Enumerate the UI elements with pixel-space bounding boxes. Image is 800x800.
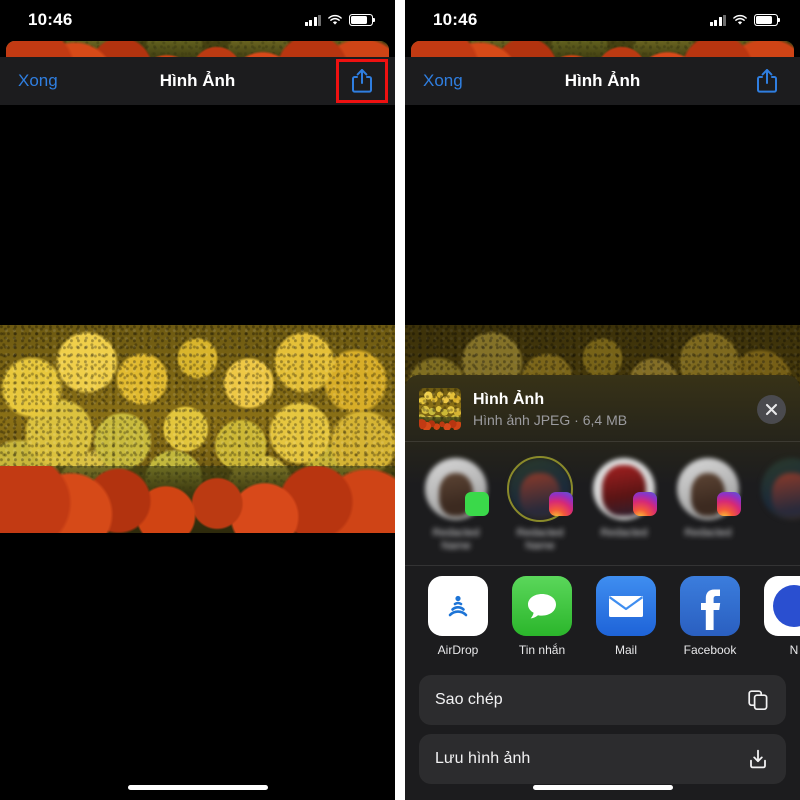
cellular-bars-icon [304, 14, 321, 26]
share-item-subtitle: Hình ảnh JPEG · 6,4 MB [473, 411, 628, 428]
status-time: 10:46 [28, 10, 73, 29]
action-row-copy[interactable]: Sao chép [419, 675, 786, 725]
apps-row[interactable]: AirDrop Tin nhắn Mail Facebook N [405, 566, 800, 671]
home-indicator[interactable] [532, 785, 673, 790]
share-item-title: Hình Ảnh [473, 390, 545, 408]
done-button[interactable]: Xong [18, 71, 58, 91]
wifi-icon [328, 14, 342, 25]
action-row-save-image[interactable]: Lưu hình ảnh [419, 734, 786, 784]
app-label: N [789, 643, 799, 657]
messages-badge-icon [465, 492, 489, 516]
share-button[interactable] [752, 64, 782, 98]
app-item-airdrop[interactable]: AirDrop [427, 576, 489, 657]
share-sheet: Hình Ảnh Hình ảnh JPEG · 6,4 MB Redacted… [405, 375, 800, 800]
status-indicators [304, 14, 376, 26]
app-item-partial[interactable]: N [763, 576, 800, 657]
battery-icon [349, 14, 376, 26]
page-title: Hình Ảnh [564, 71, 641, 90]
contacts-row[interactable]: Redacted Name Redacted Name Redacted Red… [405, 442, 800, 565]
photo-strip [6, 41, 389, 57]
instagram-badge-icon [549, 492, 573, 516]
contact-item[interactable]: Redacted Name [507, 456, 573, 553]
instagram-badge-icon [717, 492, 741, 516]
photo-thumbnail [419, 388, 461, 430]
photo-card-peek [6, 41, 389, 57]
status-bar: 10:46 [0, 0, 395, 40]
app-label: Tin nhắn [518, 643, 566, 657]
two-panel-tutorial-screenshot: 10:46 Xong Hình Ảnh 10:46 Xong Hình Ảnh … [0, 0, 800, 800]
photo-card-peek [411, 41, 794, 57]
share-icon [757, 69, 777, 93]
instagram-badge-icon [633, 492, 657, 516]
cellular-bars-icon [709, 14, 726, 26]
status-bar: 10:46 [405, 0, 800, 40]
copy-icon [746, 688, 770, 712]
action-label: Sao chép [435, 691, 503, 708]
contact-name: Redacted Name [432, 527, 480, 552]
share-sheet-header: Hình Ảnh Hình ảnh JPEG · 6,4 MB [405, 375, 800, 441]
share-button-highlight [336, 59, 388, 103]
photo-image[interactable] [0, 325, 395, 533]
contact-item[interactable]: Redacted [591, 458, 657, 553]
action-list: Sao chép Lưu hình ảnh [405, 671, 800, 784]
mail-icon [608, 596, 644, 617]
app-label: AirDrop [437, 643, 479, 657]
contact-name: Redacted Name [516, 527, 564, 552]
photo-strip [411, 41, 794, 57]
app-item-mail[interactable]: Mail [595, 576, 657, 657]
photo-content-area [0, 105, 395, 800]
left-phone-screen: 10:46 Xong Hình Ảnh [0, 0, 395, 800]
done-button[interactable]: Xong [423, 71, 463, 91]
app-label: Facebook [683, 643, 737, 657]
app-label: Mail [614, 643, 637, 657]
close-icon [765, 403, 778, 415]
app-item-facebook[interactable]: Facebook [679, 576, 741, 657]
contact-item[interactable]: Redacted Name [423, 458, 489, 553]
nav-bar: Xong Hình Ảnh [405, 57, 800, 105]
save-download-icon [746, 747, 770, 771]
messages-icon [528, 594, 556, 619]
airdrop-icon [448, 595, 468, 617]
action-label: Lưu hình ảnh [435, 750, 531, 767]
contact-item[interactable]: Redacted [675, 458, 741, 553]
contact-name: Redacted [684, 527, 732, 539]
app-item-messages[interactable]: Tin nhắn [511, 576, 573, 657]
notes-icon [773, 585, 800, 627]
nav-bar: Xong Hình Ảnh [0, 57, 395, 105]
home-indicator[interactable] [127, 785, 268, 790]
battery-icon [754, 14, 781, 26]
close-button[interactable] [757, 394, 786, 424]
wifi-icon [733, 14, 747, 25]
status-time: 10:46 [433, 10, 478, 29]
contact-name: Redacted [600, 527, 648, 539]
facebook-icon [701, 589, 721, 630]
status-indicators [709, 14, 781, 26]
contact-item[interactable] [759, 458, 800, 553]
right-phone-screen: 10:46 Xong Hình Ảnh Hình Ảnh Hình ảnh JP… [405, 0, 800, 800]
